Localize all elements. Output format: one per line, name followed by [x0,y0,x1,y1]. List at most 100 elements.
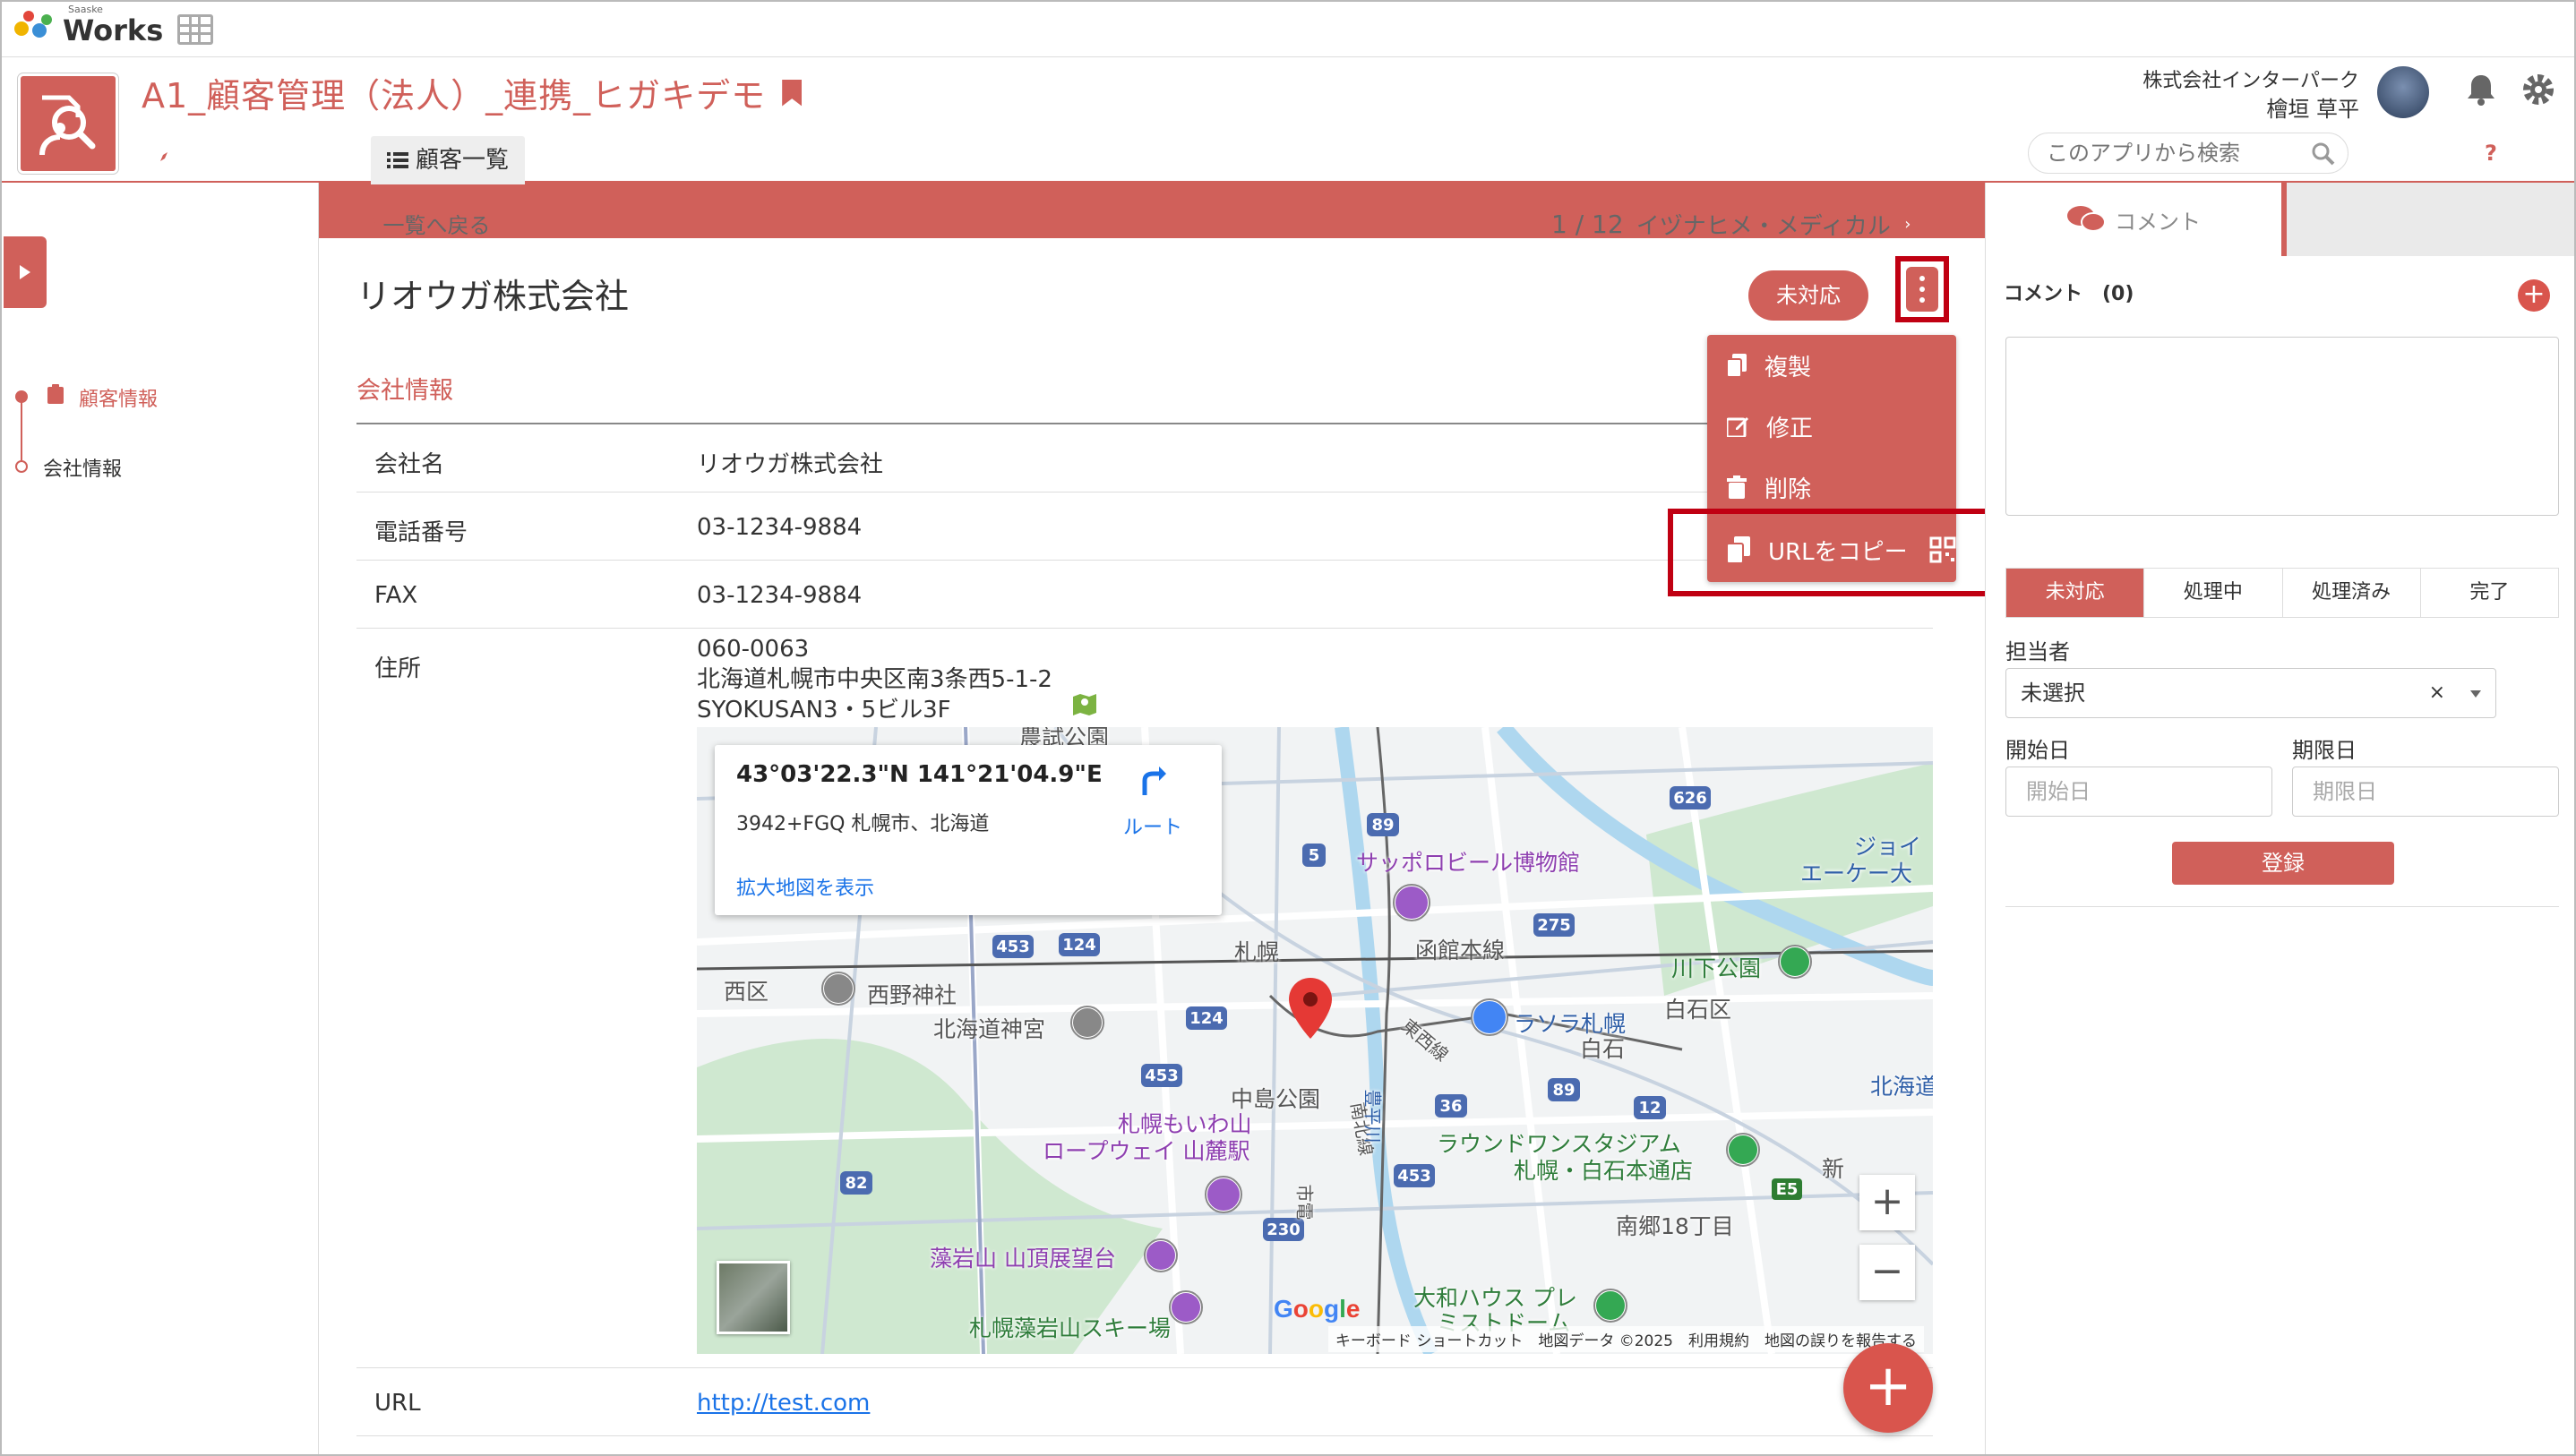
sidebar-item-customer-info[interactable]: 顧客情報 [79,383,158,412]
map-label: サッポロビール博物館 [1356,850,1581,876]
map-enlarge-link[interactable]: 拡大地図を表示 [736,872,874,901]
app-grid-icon[interactable] [177,14,213,45]
more-menu-button[interactable] [1895,256,1949,322]
map-label: 札幌・白石本通店 [1514,1158,1694,1184]
menu-item-label: 修正 [1766,415,1814,442]
top-bar: Saaske Works [2,2,2574,57]
svg-text:12: 12 [1638,1099,1661,1118]
svg-text:89: 89 [1371,816,1394,835]
app-title-text: A1_顧客管理（法人）_連携_ヒガキデモ [142,76,767,116]
nav-customer-register-label: 顧客登録 [591,143,685,170]
svg-text:230: 230 [1267,1220,1301,1239]
url-link[interactable]: http://test.com [697,1390,870,1417]
satellite-toggle[interactable] [717,1261,790,1334]
record-pager: 1 / 12 イヅナヒメ・メディカル › [1551,208,1941,241]
map-plus-code: 3942+FGQ 札幌市、北海道 [736,813,990,835]
map-label: 白石 [1580,1036,1626,1062]
field-value: 03-1234-9884 [697,514,863,541]
comment-textarea[interactable] [2005,337,2559,516]
assignee-label: 担当者 [2005,639,2070,664]
add-fab-button[interactable]: + [1843,1343,1933,1433]
status-option[interactable]: 処理中 [2144,569,2283,617]
search-icon[interactable] [2312,142,2335,166]
svg-text:453: 453 [1145,1066,1179,1085]
register-button[interactable]: 登録 [2172,842,2394,885]
tab-other[interactable] [2287,183,2574,256]
back-link[interactable]: ↶ 一覧へ戻る [356,208,490,239]
nav-customer-list-label: 顧客一覧 [416,147,510,174]
gear-icon[interactable] [2519,70,2558,109]
map-label: 川下公園 [1671,955,1762,981]
zoom-out-button[interactable]: − [1859,1245,1915,1300]
map-footer[interactable]: キーボード ショートカット 地図データ ©2025 利用規約 地図の誤りを報告す… [1327,1326,1924,1352]
field-value: リオウガ株式会社 [697,451,884,478]
svg-text:E5: E5 [1776,1180,1799,1199]
nav-customer-list[interactable]: 顧客一覧 [371,136,526,184]
field-label: FAX [374,582,418,609]
chevron-down-icon [2470,690,2481,698]
map-label: ロープウェイ 山麓駅 [1043,1138,1250,1164]
sidebar-item-company-info[interactable]: 会社情報 [43,453,122,482]
next-arrow-icon[interactable]: › [1895,212,1919,236]
clear-icon[interactable]: × [2429,669,2445,717]
map-label: 函館本線 [1415,938,1506,964]
menu-item-label: 削除 [1765,475,1812,503]
due-date-field[interactable]: 期限日 [2292,767,2559,817]
assignee-value: 未選択 [2021,681,2085,706]
address-line2: SYOKUSAN3・5ビル3F [697,697,951,724]
add-comment-button[interactable]: + [2518,279,2550,312]
map-label: 豊平川 [1361,1089,1384,1143]
svg-text:82: 82 [845,1174,867,1193]
app-title: A1_顧客管理（法人）_連携_ヒガキデモ [142,68,803,117]
svg-text:275: 275 [1537,916,1571,935]
zoom-in-button[interactable]: + [1859,1175,1915,1230]
nav-customer-register[interactable]: + 顧客登録 [545,136,701,177]
map-route-link[interactable]: ルート [1123,811,1182,840]
svg-text:?: ? [2485,141,2497,166]
highlight-box [1668,509,1996,596]
app-icon[interactable] [18,73,118,174]
tools-icon[interactable] [2420,134,2458,172]
sidebar-toggle-button[interactable] [4,236,47,308]
qr-code-icon[interactable] [2368,134,2406,172]
map-coords: 43°03'22.3"N 141°21'04.9"E [736,761,1103,788]
field-row: 会社名 リオウガ株式会社 [356,424,1933,492]
status-option[interactable]: 未対応 [2006,569,2145,617]
status-option[interactable]: 処理済み [2283,569,2421,617]
field-label: URL [374,1390,421,1417]
bell-icon[interactable] [2463,72,2499,107]
section-title: 会社情報 [356,377,453,405]
assignee-select[interactable]: 未選択 × [2005,668,2496,718]
map-icon[interactable] [1071,691,1098,718]
trash-icon [1727,475,1747,499]
status-option[interactable]: 完了 [2421,569,2558,617]
map-label: エーケー大 [1800,861,1913,886]
field-value: 03-1234-9884 [697,582,863,609]
next-record-link[interactable]: イヅナヒメ・メディカル [1636,208,1891,241]
swap-icon[interactable] [2524,134,2562,172]
search-input[interactable] [2029,133,2348,173]
start-date-label: 開始日 [2005,738,2070,763]
avatar[interactable] [2377,66,2429,118]
map-label: 北海道神宮 [933,1016,1046,1042]
back-link-label: 一覧へ戻る [382,213,491,238]
tab-comments[interactable]: コメント [1986,183,2287,256]
start-date-field[interactable]: 開始日 [2005,767,2272,817]
app-search[interactable] [2028,133,2348,174]
list-icon [387,152,408,168]
bookmark-icon[interactable] [782,79,803,107]
menu-item-edit[interactable]: 修正 [1707,396,1956,457]
route-icon[interactable] [1136,763,1172,799]
comment-panel: コメント コメント (0) + 未対応 処理中 処理済み 完了 担当者 未選択 … [1985,183,2574,1454]
nav-dashboard[interactable]: ダッシュボード [136,136,362,177]
edit-icon [1727,417,1748,437]
timeline-line [21,398,22,466]
saaske-logo[interactable]: Saaske Works [14,4,163,47]
status-button[interactable]: 未対応 [1748,270,1868,321]
svg-text:89: 89 [1552,1081,1575,1100]
map-embed[interactable]: 89 5 626 275 453 124 124 453 36 89 12 82… [697,727,1933,1354]
help-icon[interactable]: ? [2472,134,2510,172]
map-info-card: 43°03'22.3"N 141°21'04.9"E 3942+FGQ 札幌市、… [715,745,1222,915]
menu-item-duplicate[interactable]: 複製 [1707,335,1956,396]
user-name: 檜垣 草平 [2266,97,2359,122]
